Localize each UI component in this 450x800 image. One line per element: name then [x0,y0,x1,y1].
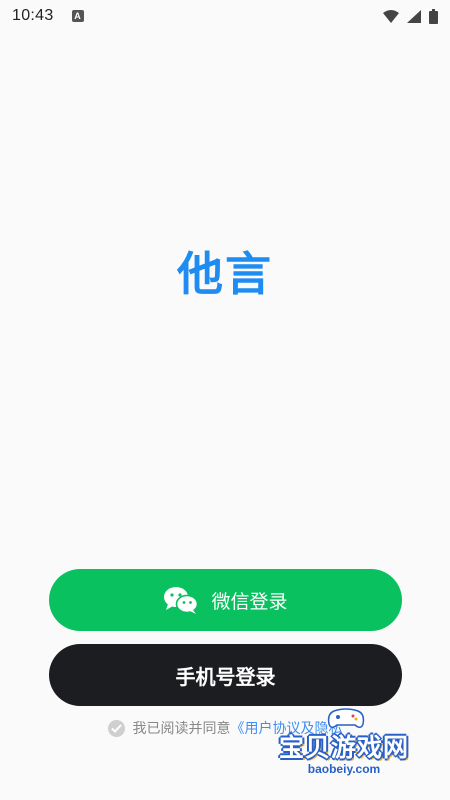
signal-icon [407,9,421,23]
status-time: 10:43 [12,7,54,24]
watermark-title: 宝贝游戏网 [278,733,409,762]
gamepad-icon [327,708,365,728]
wifi-icon [383,9,399,23]
check-icon [110,723,122,733]
wechat-login-button[interactable]: 微信登录 [49,569,402,631]
status-bar: 10:43 A [0,0,450,32]
watermark: 宝贝游戏网 baobeiy.com [274,708,414,780]
status-icons [383,8,438,24]
wechat-login-label: 微信登录 [211,590,288,613]
battery-icon [429,8,438,24]
agreement-checkbox[interactable] [107,719,125,737]
wechat-icon [163,585,199,615]
phone-login-label: 手机号登录 [175,664,276,689]
app-logo: 他言 [177,247,273,301]
agreement-text: 我已阅读并同意 [132,721,231,737]
watermark-url: baobeiy.com [307,762,381,776]
notification-icon: A [71,10,84,22]
phone-login-button[interactable]: 手机号登录 [49,644,402,706]
